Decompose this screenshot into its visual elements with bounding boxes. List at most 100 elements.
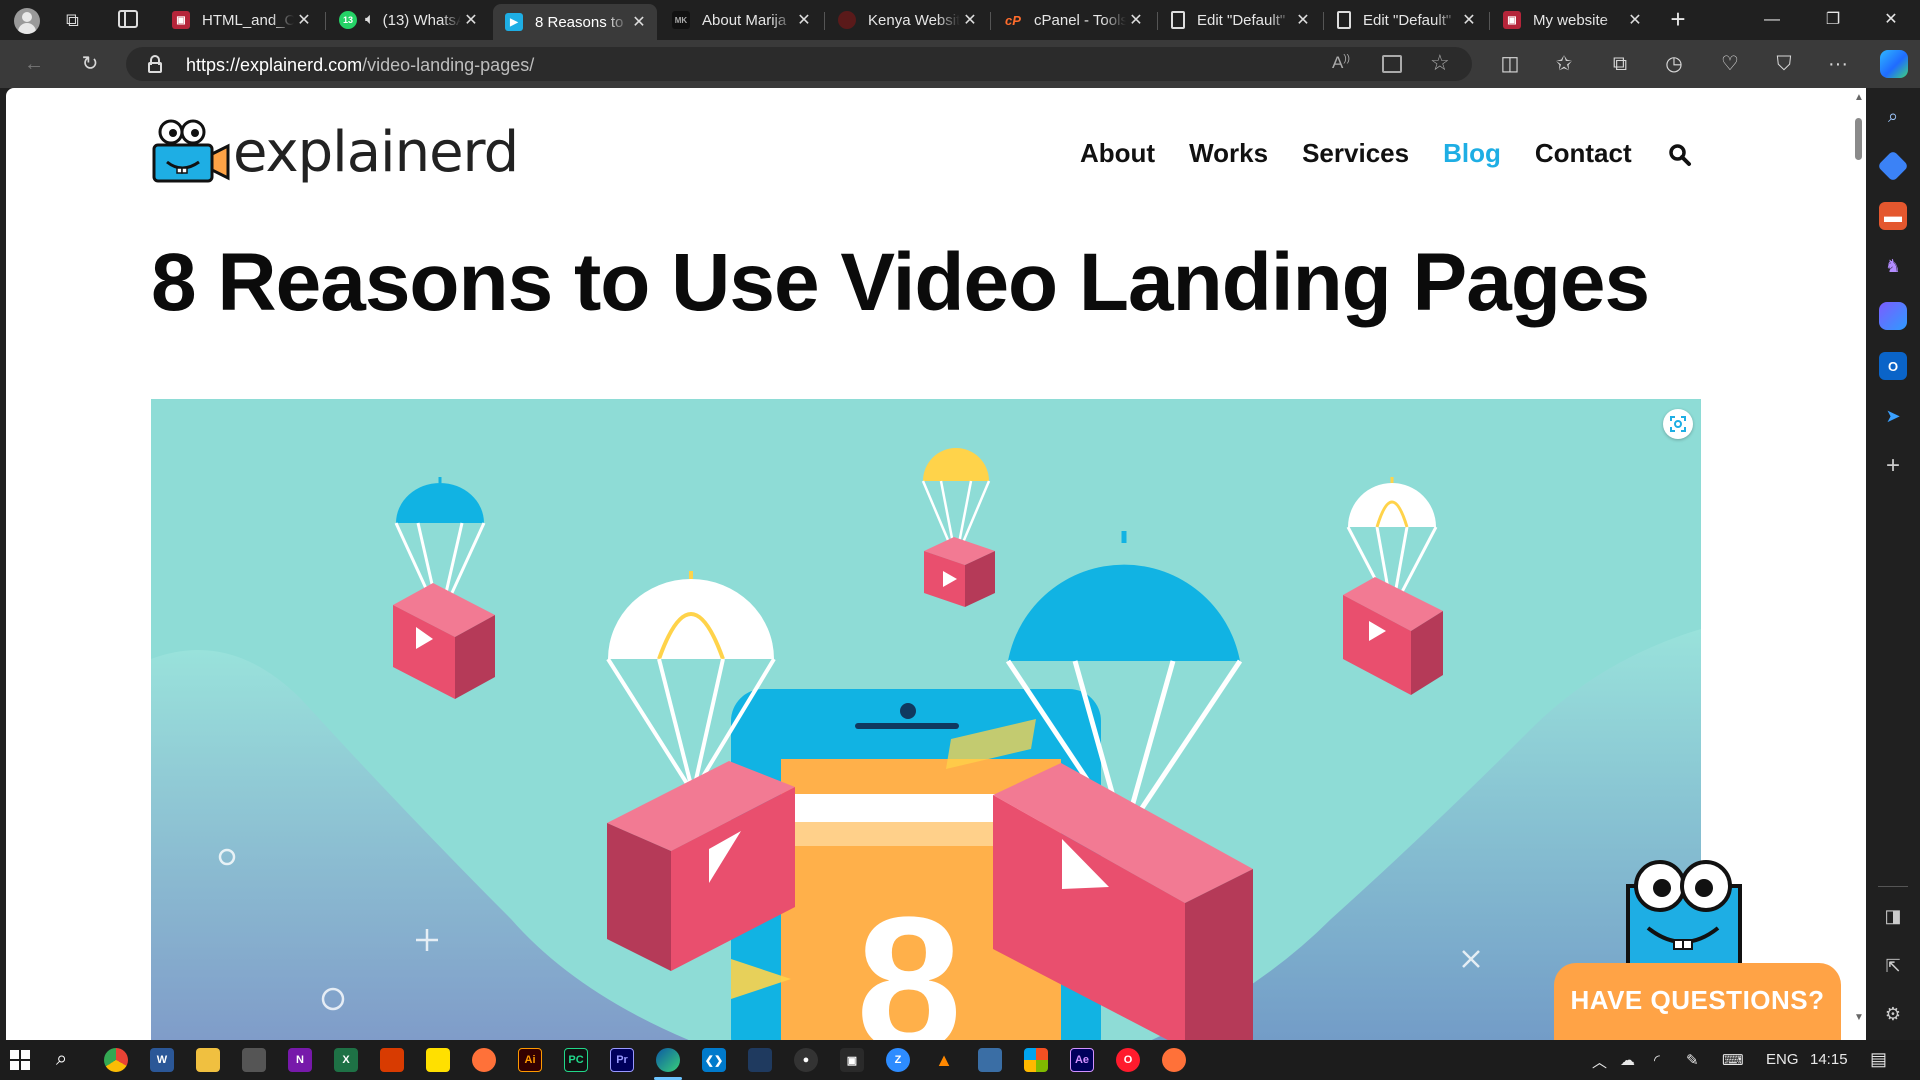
page-scrollbar[interactable]: ▲ ▼ (1850, 88, 1866, 1040)
file-explorer-icon[interactable] (196, 1048, 220, 1072)
edge-icon[interactable] (656, 1048, 680, 1072)
favorites-icon[interactable]: ✩ (1550, 50, 1578, 78)
sidebar-hide-icon[interactable]: ◨ (1879, 902, 1907, 930)
after-effects-icon[interactable]: Ae (1070, 1048, 1094, 1072)
usb-device-icon[interactable] (242, 1048, 266, 1072)
lock-icon[interactable] (148, 55, 162, 73)
keyboard-icon[interactable]: ⌨ (1722, 1051, 1744, 1069)
tab-about-marija[interactable]: MK About Marija ✕ (660, 4, 822, 36)
immersive-reader-icon[interactable] (1382, 55, 1402, 73)
collections-icon[interactable]: ⧉ (1606, 50, 1634, 78)
scroll-up-arrow-icon[interactable]: ▲ (1854, 92, 1864, 103)
nav-contact[interactable]: Contact (1535, 138, 1632, 169)
tab-actions-icon[interactable] (118, 10, 138, 28)
sidebar-settings-gear-icon[interactable]: ⚙ (1879, 1000, 1907, 1028)
back-arrow-icon[interactable]: ← (20, 50, 48, 78)
sidebar-games-icon[interactable]: ♞ (1879, 252, 1907, 280)
refresh-icon[interactable]: ↻ (76, 50, 104, 78)
restore-button[interactable]: ❐ (1810, 6, 1856, 34)
zoom-icon[interactable]: Z (886, 1048, 910, 1072)
browser-essentials-icon[interactable]: ⛉ (1770, 50, 1798, 78)
workspaces-icon[interactable]: ⧉ (66, 9, 88, 31)
read-aloud-icon[interactable]: A)) (1332, 53, 1350, 73)
pycharm-icon[interactable]: PC (564, 1048, 588, 1072)
sidebar-external-icon[interactable]: ⇱ (1879, 952, 1907, 980)
explainerd-logo[interactable]: explainerd (151, 118, 519, 185)
tab-close-icon[interactable]: ✕ (1293, 10, 1313, 30)
tab-close-icon[interactable]: ✕ (1459, 10, 1479, 30)
premiere-icon[interactable]: Pr (610, 1048, 634, 1072)
store-icon[interactable] (1024, 1048, 1048, 1072)
illustrator-icon[interactable]: Ai (518, 1048, 542, 1072)
opera-icon[interactable]: O (1116, 1048, 1140, 1072)
chrome-icon[interactable] (104, 1048, 128, 1072)
office-icon[interactable] (380, 1048, 404, 1072)
split-screen-icon[interactable]: ◫ (1496, 50, 1524, 78)
have-questions-button[interactable]: HAVE QUESTIONS? (1554, 963, 1841, 1040)
app-icon[interactable]: ▣ (840, 1048, 864, 1072)
performance-icon[interactable]: ♡ (1716, 50, 1744, 78)
tab-close-icon[interactable]: ✕ (461, 10, 481, 30)
vlc-icon[interactable]: ▲ (932, 1048, 956, 1072)
sidebar-tools-icon[interactable]: ▬ (1879, 202, 1907, 230)
close-window-button[interactable]: ✕ (1868, 6, 1914, 34)
tab-my-website[interactable]: ▣ My website ✕ (1491, 4, 1653, 36)
sticky-notes-icon[interactable] (426, 1048, 450, 1072)
tab-close-icon[interactable]: ✕ (1625, 10, 1645, 30)
wifi-icon[interactable]: ◜ (1654, 1051, 1660, 1069)
nav-about[interactable]: About (1080, 138, 1155, 169)
tab-close-icon[interactable]: ✕ (629, 12, 649, 32)
tray-overflow-chevron-icon[interactable]: ︿ (1592, 1051, 1607, 1072)
sidebar-outlook-icon[interactable]: O (1879, 352, 1907, 380)
windows-start-icon[interactable] (10, 1050, 30, 1070)
scrollbar-thumb[interactable] (1855, 118, 1862, 160)
onedrive-cloud-icon[interactable]: ☁ (1620, 1051, 1635, 1069)
vscode-icon[interactable]: ❮❯ (702, 1048, 726, 1072)
sidebar-add-icon[interactable]: + (1879, 452, 1907, 480)
obs-icon[interactable]: ● (794, 1048, 818, 1072)
tab-close-icon[interactable]: ✕ (960, 10, 980, 30)
nav-works[interactable]: Works (1189, 138, 1268, 169)
new-tab-button[interactable]: + (1664, 6, 1692, 34)
sidebar-shopping-icon[interactable] (1877, 150, 1909, 182)
onenote-icon[interactable]: N (288, 1048, 312, 1072)
profile-avatar[interactable] (14, 8, 40, 34)
copilot-icon[interactable] (1880, 50, 1908, 78)
sidebar-m365-icon[interactable] (1879, 302, 1907, 330)
nav-blog[interactable]: Blog (1443, 138, 1501, 169)
excel-icon[interactable]: X (334, 1048, 358, 1072)
tab-whatsapp[interactable]: 13 🔈︎ (13) WhatsApp ✕ (327, 4, 489, 36)
tab-kenya-website[interactable]: Kenya Website ✕ (826, 4, 988, 36)
scroll-down-arrow-icon[interactable]: ▼ (1854, 1012, 1864, 1023)
pen-icon[interactable]: ✎ (1686, 1051, 1699, 1069)
minimize-button[interactable]: — (1749, 6, 1795, 34)
notifications-icon[interactable]: ▤ (1870, 1049, 1887, 1070)
url-text[interactable]: https://explainerd.com/video-landing-pag… (186, 55, 534, 76)
favorite-star-icon[interactable]: ☆ (1430, 50, 1450, 76)
address-bar[interactable]: https://explainerd.com/video-landing-pag… (126, 47, 1472, 81)
history-icon[interactable]: ◷ (1660, 50, 1688, 78)
tab-html-css[interactable]: ▣ HTML_and_CSS ✕ (160, 4, 322, 36)
taskbar-search-icon[interactable]: ⌕ (56, 1048, 67, 1071)
sidebar-search-icon[interactable]: ⌕ (1879, 102, 1907, 130)
remote-desktop-icon[interactable] (978, 1048, 1002, 1072)
chat-mascot-icon[interactable] (1618, 856, 1748, 968)
tab-cpanel[interactable]: cP cPanel - Tools ✕ (992, 4, 1154, 36)
visual-search-button[interactable] (1663, 409, 1693, 439)
speaker-icon[interactable]: 🔈︎ (365, 11, 375, 29)
tab-edit-default-1[interactable]: Edit "Default" ✕ (1159, 4, 1321, 36)
sidebar-send-icon[interactable]: ➤ (1879, 402, 1907, 430)
more-options-icon[interactable]: ··· (1824, 50, 1852, 78)
tab-explainerd-active[interactable]: ▶ 8 Reasons to Use Video Landing Pages ✕ (493, 4, 657, 40)
language-indicator[interactable]: ENG (1766, 1051, 1799, 1068)
nav-services[interactable]: Services (1302, 138, 1409, 169)
firefox-dev-icon[interactable] (1162, 1048, 1186, 1072)
firefox-icon[interactable] (472, 1048, 496, 1072)
search-icon[interactable] (1668, 143, 1692, 167)
clock[interactable]: 14:15 (1810, 1051, 1848, 1068)
tab-close-icon[interactable]: ✕ (294, 10, 314, 30)
tab-close-icon[interactable]: ✕ (794, 10, 814, 30)
mysql-workbench-icon[interactable] (748, 1048, 772, 1072)
word-icon[interactable]: W (150, 1048, 174, 1072)
tab-close-icon[interactable]: ✕ (1126, 10, 1146, 30)
